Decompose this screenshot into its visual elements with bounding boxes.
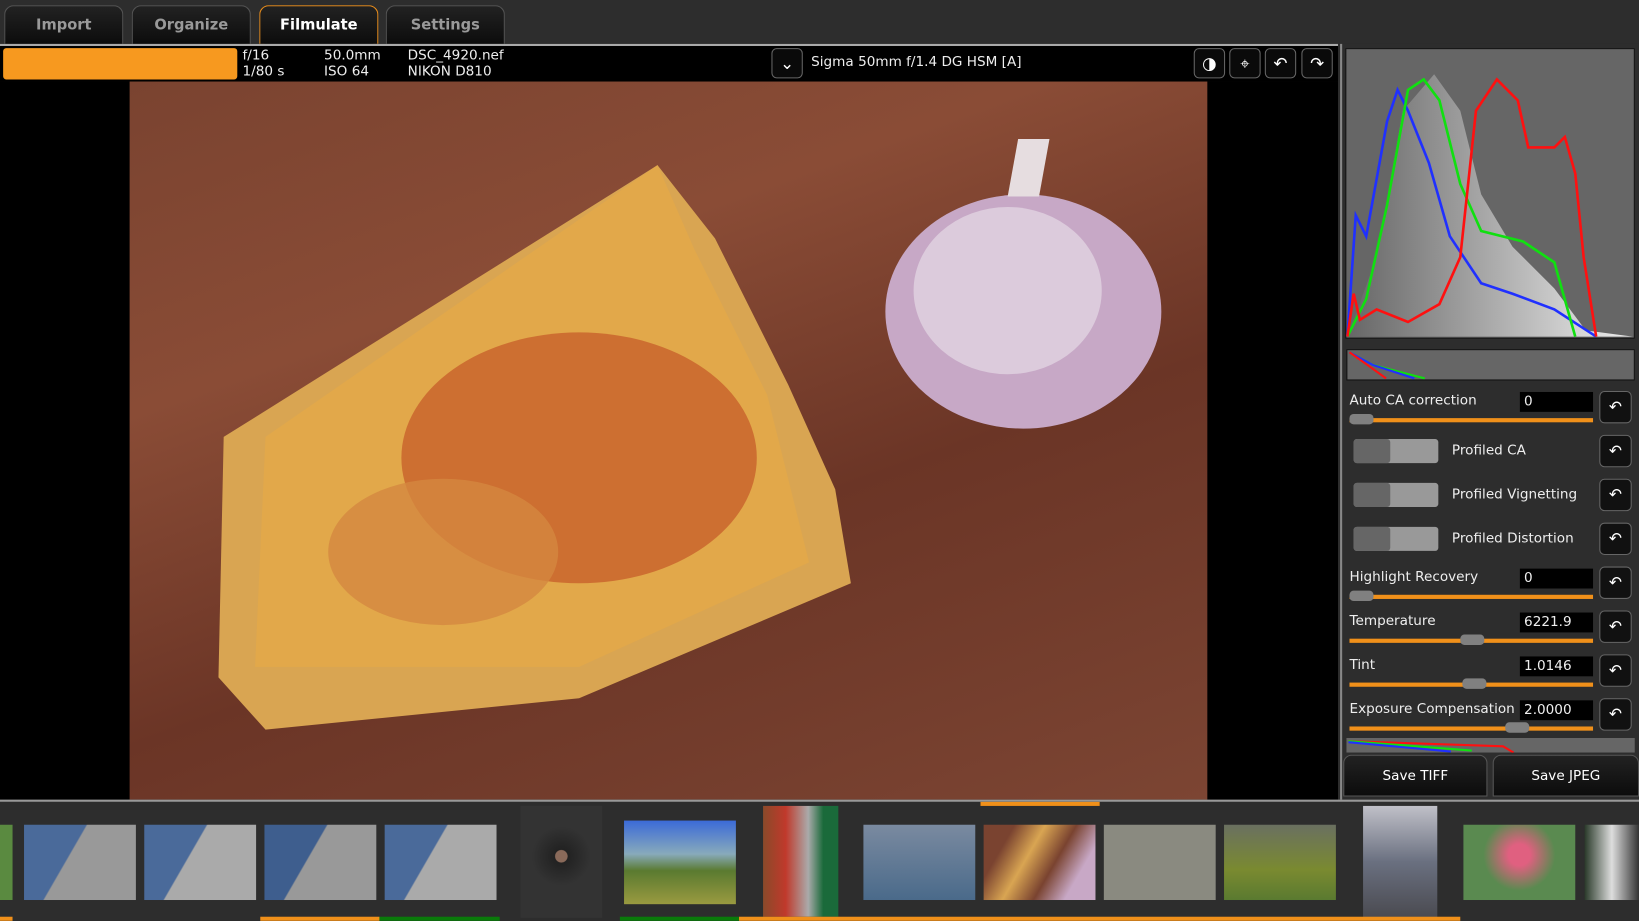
profiled-distortion-reset-button[interactable]: ↶ xyxy=(1599,522,1632,556)
temperature-input[interactable]: 6221.9 xyxy=(1519,612,1594,633)
photo-preview xyxy=(129,81,1208,800)
reset-icon: ↶ xyxy=(1608,616,1623,636)
exposure-slider[interactable] xyxy=(1349,722,1594,733)
camera-model: NIKON D810 xyxy=(407,63,492,80)
focal-length: 50.0mm xyxy=(324,48,381,64)
rating-bar xyxy=(260,916,380,921)
thumbnail[interactable] xyxy=(24,824,136,901)
temperature-reset-button[interactable]: ↶ xyxy=(1599,610,1632,643)
slider-handle[interactable] xyxy=(1460,634,1485,645)
reset-icon: ↶ xyxy=(1608,397,1623,417)
rotate-left-button[interactable]: ↶ xyxy=(1264,48,1297,79)
thumbnail[interactable] xyxy=(264,824,377,901)
thumbnail[interactable] xyxy=(384,824,497,901)
rating-bar xyxy=(739,916,1461,921)
thumbnail[interactable] xyxy=(1363,805,1438,918)
reset-icon: ↶ xyxy=(1608,528,1623,548)
profiled-distortion-label: Profiled Distortion xyxy=(1451,531,1574,547)
profiled-vignetting-label: Profiled Vignetting xyxy=(1451,487,1578,503)
shutter-speed: 1/80 s xyxy=(242,63,285,80)
auto-ca-slider[interactable] xyxy=(1349,413,1594,425)
iso: ISO 64 xyxy=(324,63,369,80)
exposure-label: Exposure Compensation xyxy=(1349,701,1515,718)
highlight-recovery-slider[interactable] xyxy=(1349,590,1594,602)
contrast-button[interactable]: ◑ xyxy=(1193,48,1226,79)
rating-bar xyxy=(379,916,500,921)
rotate-right-icon: ↷ xyxy=(1310,53,1325,74)
profiled-ca-label: Profiled CA xyxy=(1451,443,1526,459)
tab-import[interactable]: Import xyxy=(4,5,124,44)
temperature-slider[interactable] xyxy=(1349,634,1594,645)
output-histogram xyxy=(1346,737,1635,753)
thumbnail[interactable] xyxy=(1224,824,1336,901)
rating-bar xyxy=(619,916,740,921)
tools-panel: Auto CA correction 0 ↶ Profiled CA ↶ Pro… xyxy=(1340,43,1639,800)
slider-handle[interactable] xyxy=(1505,722,1530,733)
contrast-icon: ◑ xyxy=(1202,53,1217,74)
progress-bar xyxy=(3,48,238,80)
slider-handle[interactable] xyxy=(1349,590,1374,602)
slider-handle[interactable] xyxy=(1462,678,1487,689)
tint-input[interactable]: 1.0146 xyxy=(1519,656,1594,677)
auto-ca-input[interactable]: 0 xyxy=(1519,391,1594,412)
temperature-label: Temperature xyxy=(1349,613,1436,630)
thumbnail[interactable] xyxy=(1103,824,1216,901)
rating-bar xyxy=(0,916,13,921)
thumbnail[interactable] xyxy=(763,805,839,917)
profiled-distortion-toggle[interactable] xyxy=(1353,526,1439,551)
thumbnail[interactable] xyxy=(520,805,603,918)
image-viewer[interactable] xyxy=(0,81,1338,800)
auto-ca-label: Auto CA correction xyxy=(1349,393,1477,409)
reset-icon: ↶ xyxy=(1608,485,1623,504)
rotate-left-icon: ↶ xyxy=(1273,53,1288,74)
exposure-reset-button[interactable]: ↶ xyxy=(1599,698,1632,731)
tint-reset-button[interactable]: ↶ xyxy=(1599,654,1632,687)
highlight-recovery-input[interactable]: 0 xyxy=(1519,568,1594,589)
lens-dropdown-button[interactable]: ⌄ xyxy=(771,48,803,79)
thumbnail[interactable] xyxy=(1584,824,1639,901)
tab-settings[interactable]: Settings xyxy=(385,5,505,44)
aperture: f/16 xyxy=(242,48,270,64)
tint-slider[interactable] xyxy=(1349,678,1594,689)
reset-icon: ↶ xyxy=(1608,704,1623,724)
histogram xyxy=(1345,48,1635,339)
chevron-down-icon: ⌄ xyxy=(780,53,795,74)
filmstrip[interactable] xyxy=(0,799,1639,921)
thumbnail[interactable] xyxy=(0,824,13,901)
reset-icon: ↶ xyxy=(1608,572,1623,592)
crop-icon: ⌖ xyxy=(1240,53,1250,74)
tint-label: Tint xyxy=(1349,657,1376,674)
profiled-ca-reset-button[interactable]: ↶ xyxy=(1599,434,1632,468)
highlight-reset-button[interactable]: ↶ xyxy=(1599,566,1632,599)
filmulate-histogram xyxy=(1346,349,1635,381)
save-jpeg-button[interactable]: Save JPEG xyxy=(1492,754,1639,797)
thumbnail[interactable] xyxy=(144,824,257,901)
exposure-input[interactable]: 2.0000 xyxy=(1519,700,1594,721)
rotate-right-button[interactable]: ↷ xyxy=(1301,48,1333,79)
thumbnail[interactable] xyxy=(1463,824,1576,901)
auto-ca-reset-button[interactable]: ↶ xyxy=(1599,390,1632,424)
thumbnail[interactable] xyxy=(624,820,736,905)
highlight-recovery-label: Highlight Recovery xyxy=(1349,569,1479,586)
save-tiff-button[interactable]: Save TIFF xyxy=(1343,754,1488,797)
tab-filmulate[interactable]: Filmulate xyxy=(259,5,379,44)
tab-organize[interactable]: Organize xyxy=(131,5,251,44)
filename: DSC_4920.nef xyxy=(407,48,504,64)
slider-handle[interactable] xyxy=(1349,413,1374,425)
lens-name: Sigma 50mm f/1.4 DG HSM [A] xyxy=(811,54,1022,71)
thumbnail-selected[interactable] xyxy=(983,824,1096,901)
profiled-ca-toggle[interactable] xyxy=(1353,439,1439,464)
reset-icon: ↶ xyxy=(1608,441,1623,460)
selected-indicator xyxy=(980,801,1100,806)
profiled-vignetting-reset-button[interactable]: ↶ xyxy=(1599,478,1632,512)
profiled-vignetting-toggle[interactable] xyxy=(1353,482,1439,507)
crop-button[interactable]: ⌖ xyxy=(1229,48,1261,79)
photo-content xyxy=(218,139,1162,730)
reset-icon: ↶ xyxy=(1608,660,1623,680)
info-bar: f/16 1/80 s 50.0mm ISO 64 DSC_4920.nef NIKO… xyxy=(0,43,1338,82)
thumbnail[interactable] xyxy=(863,824,976,901)
